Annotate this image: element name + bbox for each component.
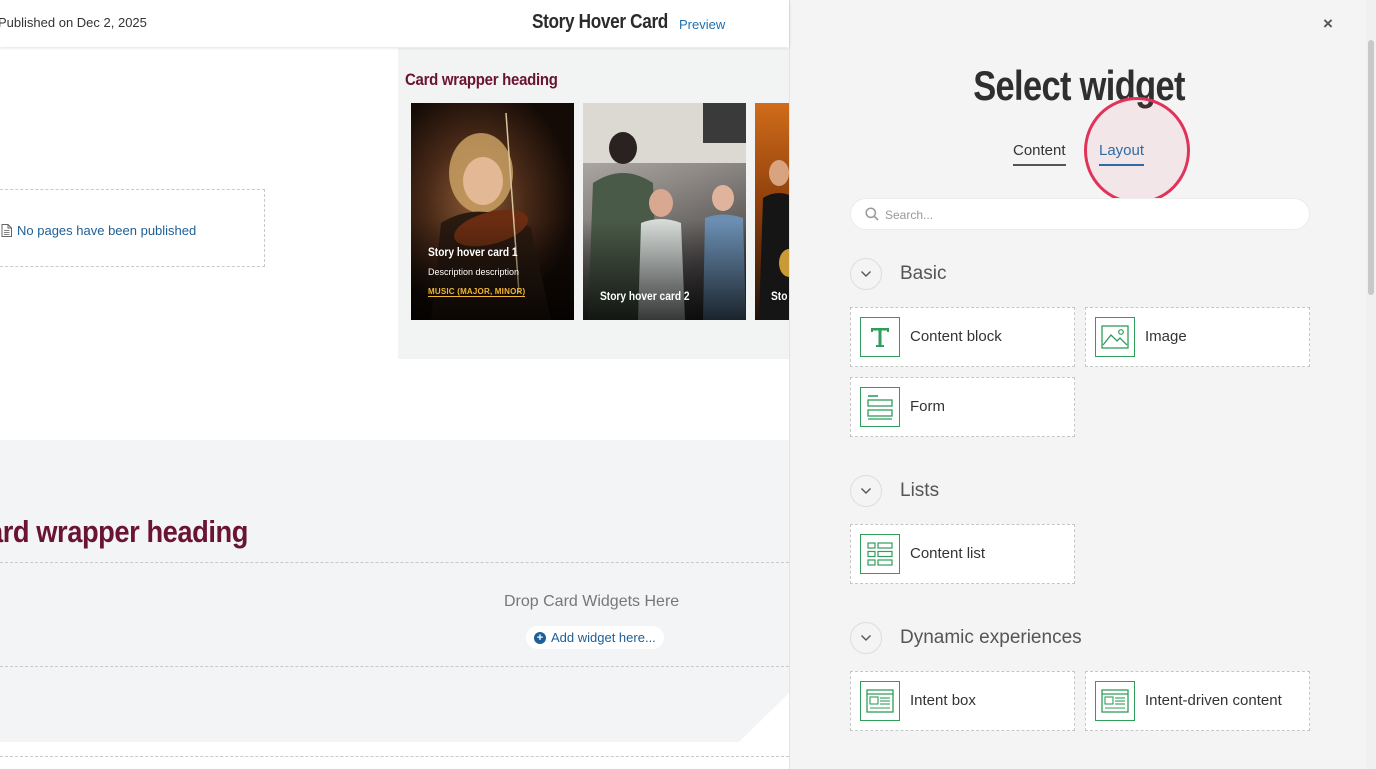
widget-label: Intent box — [910, 692, 976, 709]
section-toggle-basic[interactable]: Basic — [850, 258, 946, 290]
section-toggle-dynamic-experiences[interactable]: Dynamic experiences — [850, 622, 1082, 654]
widget-image[interactable]: Image — [1085, 307, 1310, 367]
card-title: Story hover card 2 — [600, 289, 690, 303]
card-photo-musician — [759, 160, 789, 320]
chevron-down-icon — [850, 258, 882, 290]
no-pages-link[interactable]: No pages have been published — [1, 223, 196, 238]
preview-link[interactable]: Preview — [679, 17, 725, 32]
card-wrapper-section: ard wrapper heading Drop Card Widgets He… — [0, 440, 789, 742]
search-input[interactable] — [885, 205, 1295, 225]
widget-intent-driven-content[interactable]: Intent-driven content — [1085, 671, 1310, 731]
search-icon — [865, 207, 879, 221]
form-icon — [860, 387, 900, 427]
corner-decoration — [739, 693, 789, 742]
editor-top-bar: Published on Dec 2, 2025 Story Hover Car… — [0, 0, 789, 47]
page-title: Story Hover Card — [532, 11, 668, 33]
card-title: Story hover card 1 — [428, 245, 518, 259]
widget-form[interactable]: Form — [850, 377, 1075, 437]
section-divider — [0, 756, 789, 757]
widget-label: Image — [1145, 328, 1187, 345]
story-hover-card-1[interactable]: Story hover card 1 Description descripti… — [411, 103, 574, 320]
card-title: Sto — [771, 289, 788, 303]
panel-scrollbar[interactable] — [1366, 0, 1376, 769]
plus-circle-icon: + — [534, 631, 546, 644]
widget-intent-box[interactable]: Intent box — [850, 671, 1075, 731]
intent-box-icon — [860, 681, 900, 721]
click-highlight-ring — [1084, 97, 1190, 204]
section-label: Basic — [900, 263, 947, 284]
card-tag[interactable]: MUSIC (MAJOR, MINOR) — [428, 287, 526, 297]
card-shade — [583, 220, 746, 320]
published-pages-box: No pages have been published — [0, 189, 265, 267]
widget-label: Content block — [910, 328, 1002, 345]
no-pages-text: No pages have been published — [17, 223, 197, 238]
widget-content-block[interactable]: Content block — [850, 307, 1075, 367]
section-heading: ard wrapper heading — [0, 514, 248, 549]
widget-label: Intent-driven content — [1145, 692, 1282, 709]
widget-label: Content list — [910, 545, 986, 562]
select-widget-panel: × Select widget Content Layout Basic Con… — [789, 0, 1376, 769]
tab-content[interactable]: Content — [1013, 142, 1066, 166]
widget-search — [850, 198, 1310, 230]
chevron-down-icon — [850, 622, 882, 654]
card-description: Description description — [428, 267, 520, 277]
section-toggle-lists[interactable]: Lists — [850, 475, 939, 507]
widget-content-list[interactable]: Content list — [850, 524, 1075, 584]
text-t-icon — [860, 317, 900, 357]
image-icon — [1095, 317, 1135, 357]
drop-zone-text: Drop Card Widgets Here — [504, 593, 680, 610]
widget-label: Form — [910, 398, 945, 415]
panel-title: Select widget — [973, 62, 1185, 109]
add-widget-button[interactable]: + Add widget here... — [526, 626, 664, 649]
card-wrapper-heading: Card wrapper heading — [405, 70, 558, 89]
close-icon[interactable]: × — [1323, 14, 1333, 34]
card-wrapper-preview[interactable]: Card wrapper heading Story hover card 1 … — [398, 48, 789, 359]
card-drop-zone[interactable]: Drop Card Widgets Here + Add widget here… — [0, 562, 789, 667]
chevron-down-icon — [850, 475, 882, 507]
intent-content-icon — [1095, 681, 1135, 721]
story-hover-card-2[interactable]: Story hover card 2 — [583, 103, 746, 320]
document-icon — [1, 224, 12, 237]
section-label: Lists — [900, 480, 940, 501]
story-hover-card-3[interactable]: Sto — [755, 103, 789, 320]
add-widget-label: Add widget here... — [551, 630, 656, 645]
list-icon — [860, 534, 900, 574]
published-date: Published on Dec 2, 2025 — [0, 15, 147, 30]
scrollbar-thumb[interactable] — [1368, 40, 1374, 295]
section-label: Dynamic experiences — [900, 627, 1082, 648]
